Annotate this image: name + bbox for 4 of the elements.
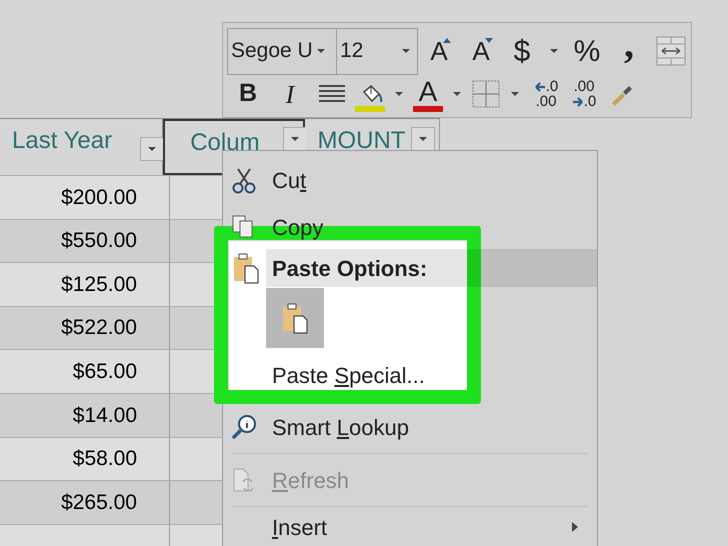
header-text: Colum xyxy=(190,128,260,158)
header-text: MOUNT xyxy=(317,126,406,156)
section-header: Paste Options: xyxy=(266,249,597,287)
header-text: Last Year xyxy=(12,126,112,156)
